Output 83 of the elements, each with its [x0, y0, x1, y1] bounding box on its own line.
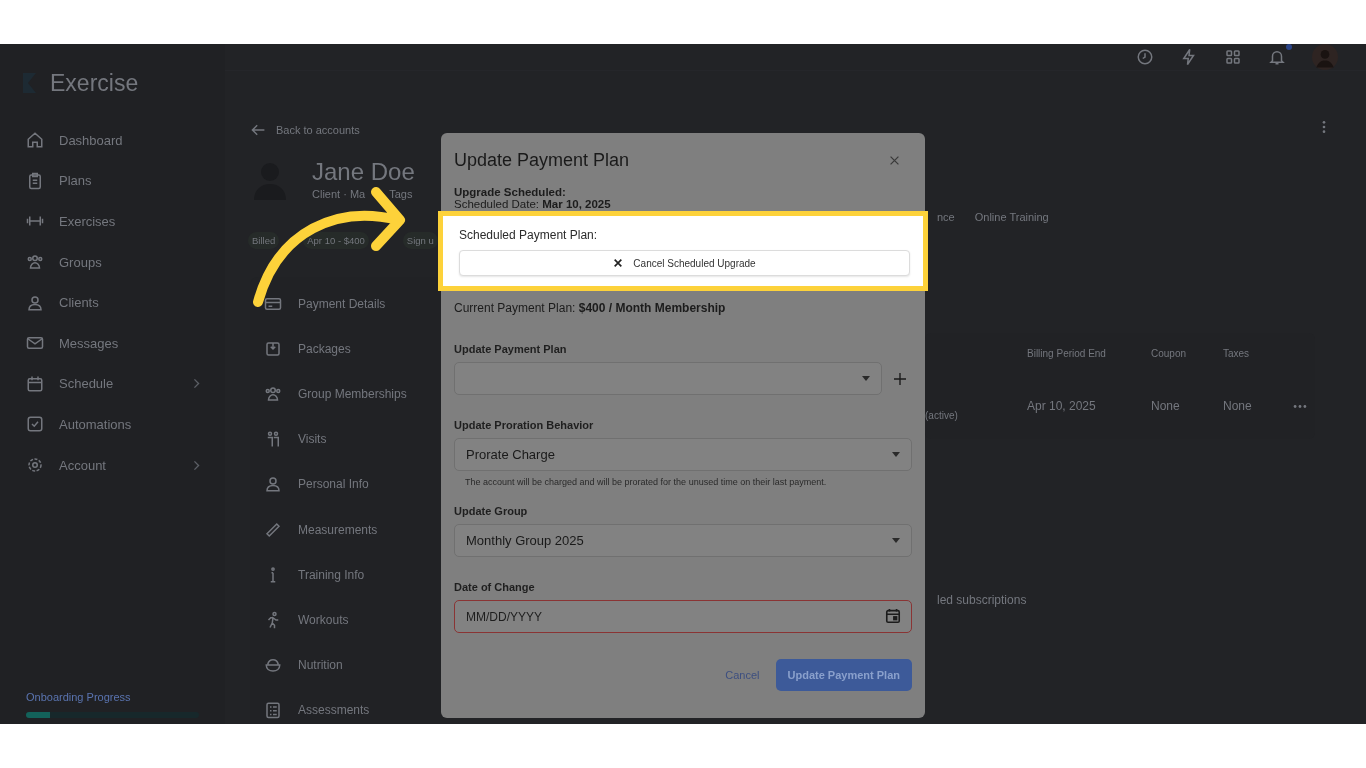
cancel-scheduled-upgrade-button[interactable]: Cancel Scheduled Upgrade [459, 250, 910, 276]
chevron-icon [193, 459, 200, 471]
column-header: Taxes [1223, 347, 1251, 359]
back-link[interactable]: Back to accounts [250, 122, 465, 138]
clipboard-icon [26, 171, 44, 190]
field-label: Update Group [454, 505, 529, 517]
scheduled-date: Scheduled Date: Mar 10, 2025 [454, 198, 612, 210]
nav-item[interactable]: Clients [0, 282, 225, 323]
more-options-icon[interactable] [1322, 120, 1326, 134]
upgrade-status: Upgrade Scheduled: [454, 186, 567, 198]
arrow-left-icon [250, 122, 266, 138]
nav-item[interactable]: Account [0, 444, 225, 486]
status-chip: Sign u [402, 232, 438, 249]
nav-item[interactable]: Dashboard [0, 120, 225, 161]
client-menu-item[interactable]: Packages [250, 326, 450, 372]
status-chip: Apr 10 - $400 [303, 232, 369, 249]
caret-icon [862, 376, 870, 381]
client-menu-item[interactable]: Visits [250, 416, 450, 462]
helper-text: The account will be charged and will be prorated for the unused time on their last payment. [465, 477, 828, 487]
dropdown-field[interactable]: Monthly Group 2025 [454, 524, 912, 557]
logo-text: Exercise [50, 69, 139, 97]
person-icon [26, 293, 44, 312]
client-menu-item[interactable]: Assessments [250, 687, 450, 724]
box-icon [264, 339, 282, 358]
nav-item[interactable]: Automations [0, 404, 225, 445]
person-icon [264, 475, 282, 494]
client-menu-item[interactable]: Nutrition [250, 642, 450, 688]
status-chip: Billed [248, 232, 280, 249]
clock-icon[interactable] [1136, 48, 1154, 66]
checkbox-icon [26, 415, 44, 434]
add-icon[interactable] [894, 372, 906, 385]
client-menu-item[interactable]: Personal Info [250, 461, 450, 507]
client-menu-item[interactable]: Group Memberships [250, 371, 450, 417]
subscriptions-text: led subscriptions [937, 593, 1028, 607]
people-icon [26, 253, 44, 272]
dropdown-field[interactable] [454, 362, 882, 395]
column-header: Billing Period End [1027, 347, 1107, 359]
client-meta: Client · Ma [312, 188, 366, 200]
bell-icon[interactable] [1268, 48, 1286, 66]
home-icon [26, 131, 44, 150]
table-cell-text: None [1223, 399, 1253, 413]
date-field[interactable]: MM/DD/YYYY [454, 600, 912, 633]
nav-item[interactable]: Schedule [0, 363, 225, 405]
calendar-icon[interactable] [885, 608, 901, 624]
current-plan: Current Payment Plan: $400 / Month Membership [454, 301, 727, 315]
field-label: Date of Change [454, 581, 536, 593]
table-cell-text: (active) [925, 410, 959, 423]
field-label: Update Proration Behavior [454, 419, 595, 431]
field-label: Update Payment Plan [454, 343, 568, 355]
client-meta: Tags [389, 188, 413, 200]
client-menu-item[interactable]: Measurements [250, 506, 450, 553]
client-menu-item[interactable]: Payment Details [250, 281, 450, 327]
caret-icon [892, 452, 900, 457]
tab[interactable]: Online Training [974, 211, 1049, 223]
tab[interactable]: nce [937, 211, 955, 223]
calendar-icon [26, 374, 44, 393]
close-icon [613, 258, 624, 268]
close-icon[interactable] [889, 154, 900, 166]
table-cell-text: Apr 10, 2025 [1027, 399, 1097, 413]
dialog-title: Update Payment Plan [454, 149, 630, 171]
scheduled-plan-label: Scheduled Payment Plan: [459, 228, 599, 242]
client-name: Jane Doe [312, 158, 415, 186]
list-icon [264, 701, 282, 720]
nav-item[interactable]: Plans [0, 160, 225, 202]
dropdown-field[interactable]: Prorate Charge [454, 438, 912, 471]
grid-icon[interactable] [1224, 48, 1242, 66]
nav-item[interactable]: Groups [0, 241, 225, 283]
cancel-button[interactable]: Cancel [723, 665, 762, 685]
update-payment-plan-button[interactable]: Update Payment Plan [775, 659, 912, 691]
caret-icon [892, 538, 900, 543]
client-menu-item[interactable]: Training Info [250, 552, 450, 598]
chevron-icon [193, 378, 200, 390]
people-icon [264, 384, 282, 403]
gear-icon [26, 456, 44, 475]
ruler-icon [264, 520, 282, 539]
bowl-icon [264, 656, 282, 675]
more-options-icon[interactable] [1293, 403, 1307, 409]
table-cell-text: None [1151, 399, 1181, 413]
client-menu-item[interactable]: Workouts [250, 597, 450, 643]
nav-item[interactable]: Messages [0, 322, 225, 364]
nav-item[interactable]: Exercises [0, 201, 225, 242]
onboarding-label: Onboarding Progress [26, 691, 132, 703]
column-header: Coupon [1151, 347, 1188, 359]
